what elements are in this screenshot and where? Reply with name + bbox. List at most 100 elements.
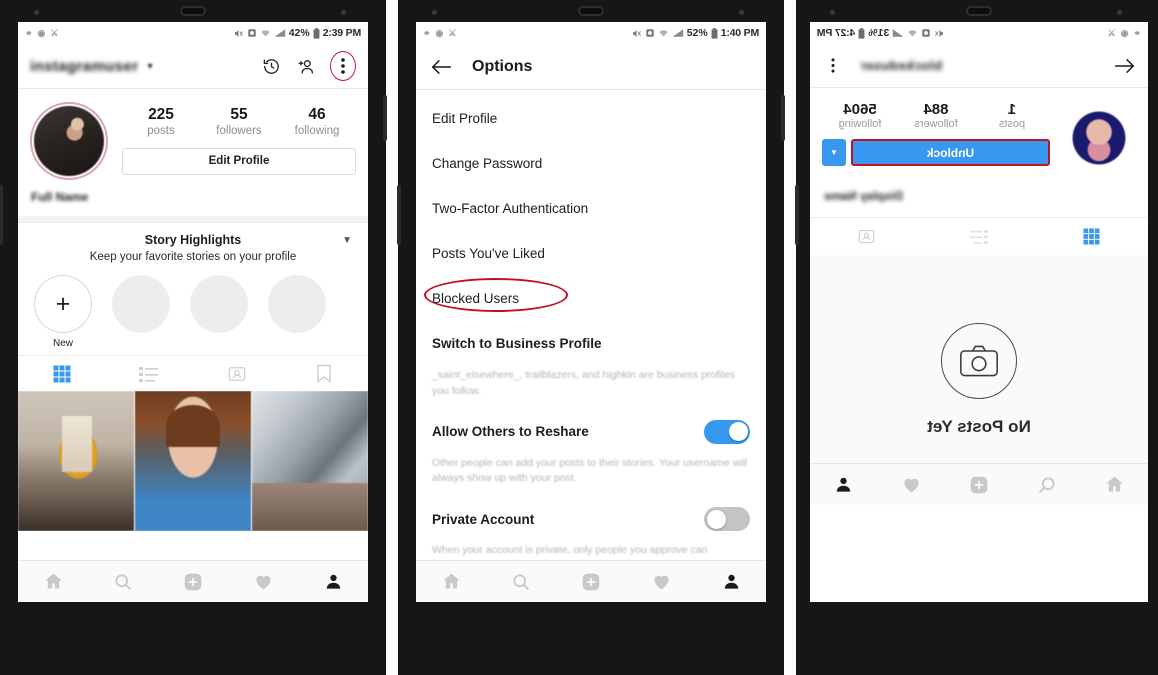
no-posts-text: No Posts Yet [927,417,1031,436]
add-post-tab[interactable] [556,572,626,592]
speaker-grille [578,6,604,16]
phone-3-bottom-nav [810,463,1148,505]
reshare-row: Allow Others to Reshare [416,410,766,454]
notification-icon-2: ◉ [1120,27,1129,38]
option-blocked-users[interactable]: Blocked Users [416,276,766,321]
highlight-placeholder[interactable] [112,275,170,349]
speaker-grille [966,6,992,16]
battery-icon [711,27,718,39]
wifi-icon [658,28,669,38]
option-change-password[interactable]: Change Password [416,141,766,186]
search-tab[interactable] [1013,475,1081,495]
home-tab[interactable] [18,571,88,592]
stat-posts[interactable]: 225 posts [122,106,200,137]
sensor-icon [739,10,744,15]
tagged-tab[interactable] [810,228,923,245]
status-left-icons: ⚭ ◉ ⚔ [1108,28,1141,39]
option-two-factor[interactable]: Two-Factor Authentication [416,186,766,231]
notification-icon-3: ⚔ [50,27,59,38]
chevron-down-icon[interactable]: ▼ [342,235,352,246]
list-tab[interactable] [923,229,1036,244]
highlight-placeholder[interactable] [268,275,326,349]
notification-icon-2: ◉ [435,27,444,38]
volume-button[interactable] [397,185,401,245]
stat-posts[interactable]: 1 posts [974,101,1050,130]
camera-icon [941,323,1017,399]
option-posts-liked[interactable]: Posts You've Liked [416,231,766,276]
avatar[interactable] [30,102,108,180]
profile-username[interactable]: instagramuser [30,58,139,75]
activity-tab[interactable] [626,571,696,592]
add-post-tab[interactable] [945,475,1013,495]
list-tab[interactable] [106,366,194,382]
clock-history-icon[interactable] [260,55,282,77]
activity-tab[interactable] [228,571,298,592]
tagged-tab[interactable] [193,365,281,383]
post-thumbnail[interactable] [18,391,134,531]
profile-tab-row [18,355,368,391]
avatar[interactable] [1062,101,1136,175]
status-right-icons: 31% 4:27 PM [817,27,945,39]
highlight-placeholder[interactable] [190,275,248,349]
status-left-icons: ⚭ ◉ ⚔ [423,28,456,39]
volume-button[interactable] [0,185,3,245]
edit-profile-button[interactable]: Edit Profile [122,147,356,175]
phone-3-blocked-profile: ⚭ ◉ ⚔ 31% 4:27 PM blockeduser 1 posts 88… [795,0,1158,675]
chevron-down-icon[interactable]: ▼ [822,139,846,166]
profile-tab[interactable] [810,475,878,494]
reshare-toggle[interactable] [704,419,750,444]
business-profile-help-text: _saint_elsewhere_, trailblazers, and hig… [432,369,735,397]
clock-time: 4:27 PM [817,27,856,39]
stat-followers[interactable]: 884 followers [898,101,974,130]
search-tab[interactable] [88,572,158,592]
battery-percent: 52% [686,27,708,39]
private-account-toggle[interactable] [704,507,750,531]
search-tab[interactable] [486,572,556,592]
option-switch-business[interactable]: Switch to Business Profile [416,321,766,366]
highlight-new[interactable]: + New [34,275,92,349]
stat-posts-value: 225 [148,106,174,123]
add-person-icon[interactable] [295,55,317,77]
activity-tab[interactable] [878,474,946,495]
stat-followers-value: 55 [230,106,248,123]
post-thumbnail[interactable] [135,391,251,531]
phone-2-bottom-nav [416,560,766,602]
wifi-icon [260,28,271,38]
home-tab[interactable] [1080,474,1148,495]
notification-icon-2: ◉ [37,27,46,38]
volume-button[interactable] [795,185,799,245]
grid-tab[interactable] [18,365,106,383]
back-arrow-icon[interactable] [430,56,452,78]
reshare-label: Allow Others to Reshare [432,424,589,439]
phone-3-profile-header: 1 posts 884 followers 5604 following Unb… [810,88,1148,179]
stat-following-label: following [294,124,340,137]
phone-2-options: ⚭ ◉ ⚔ 52% 1:40 PM Options Edit Profile C… [397,0,785,675]
stat-following-value: 46 [308,106,326,123]
stat-following-label: following [838,118,882,130]
post-thumbnail[interactable] [252,391,368,531]
profile-tab[interactable] [696,572,766,591]
option-edit-profile[interactable]: Edit Profile [416,96,766,141]
grid-tab[interactable] [1035,228,1148,245]
power-button[interactable] [781,95,785,141]
three-dot-menu-icon[interactable] [332,55,354,77]
stat-posts-label: posts [998,118,1026,130]
three-dot-menu-icon[interactable] [822,55,844,77]
chevron-down-icon[interactable]: ▼ [146,61,155,71]
option-blocked-users-label: Blocked Users [432,291,520,306]
add-post-tab[interactable] [158,572,228,592]
phone-3-stats-wrap: 1 posts 884 followers 5604 following Unb… [822,101,1050,175]
saved-tab[interactable] [281,364,369,383]
stat-following[interactable]: 46 following [278,106,356,137]
notification-icon-1: ⚭ [423,27,431,38]
unblock-button[interactable]: Unblock [851,139,1050,166]
back-arrow-icon[interactable] [1114,55,1136,77]
phone-3-screen: ⚭ ◉ ⚔ 31% 4:27 PM blockeduser 1 posts 88… [810,22,1148,602]
profile-tab[interactable] [298,572,368,591]
power-button[interactable] [383,95,387,141]
highlights-title-row: Story Highlights ▼ [18,233,368,247]
stat-followers[interactable]: 55 followers [200,106,278,137]
home-tab[interactable] [416,571,486,592]
reshare-help-text: Other people can add your posts to their… [432,456,748,485]
stat-following[interactable]: 5604 following [822,101,898,130]
